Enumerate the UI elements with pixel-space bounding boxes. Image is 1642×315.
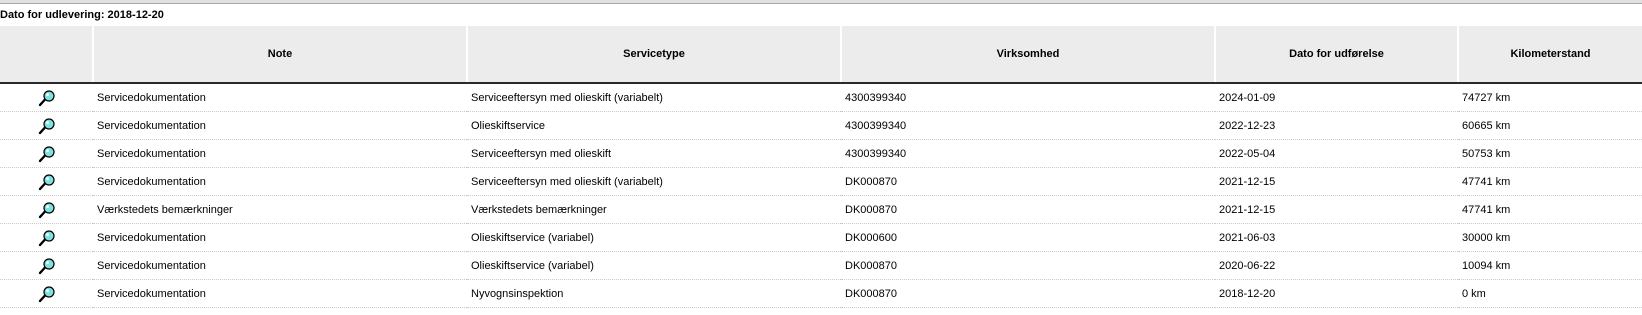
cell-kilometerstand: 10094 km [1458, 251, 1642, 280]
cell-dato: 2021-06-03 [1215, 223, 1458, 252]
cell-virksomhed: DK000870 [841, 195, 1215, 224]
cell-dato: 2018-12-20 [1215, 279, 1458, 308]
table-row: Servicedokumentation Serviceeftersyn med … [0, 139, 1642, 168]
cell-virksomhed: 4300399340 [841, 83, 1215, 112]
header-dato[interactable]: Dato for udførelse [1214, 26, 1458, 84]
header-note[interactable]: Note [92, 26, 467, 84]
header-row: Note Servicetype Virksomhed Dato for udf… [0, 26, 1642, 84]
cell-virksomhed: 4300399340 [841, 139, 1215, 168]
magnifier-icon[interactable] [38, 257, 56, 275]
row-view-cell [0, 111, 93, 140]
header-icon-column [0, 26, 93, 84]
cell-virksomhed: DK000600 [841, 223, 1215, 252]
cell-note: Servicedokumentation [93, 139, 467, 168]
table-row: Servicedokumentation Olieskiftservice 4300… [0, 111, 1642, 140]
cell-servicetype: Nyvognsinspektion [467, 279, 841, 308]
header-servicetype[interactable]: Servicetype [466, 26, 841, 84]
cell-kilometerstand: 60665 km [1458, 111, 1642, 140]
cell-virksomhed: DK000870 [841, 167, 1215, 196]
row-view-cell [0, 195, 93, 224]
cell-kilometerstand: 47741 km [1458, 167, 1642, 196]
cell-kilometerstand: 0 km [1458, 279, 1642, 308]
cell-note: Servicedokumentation [93, 279, 467, 308]
cell-note: Servicedokumentation [93, 251, 467, 280]
delivery-date-label: Dato for udlevering: 2018-12-20 [0, 9, 164, 21]
cell-servicetype: Serviceeftersyn med olieskift [467, 139, 841, 168]
header-kilometerstand[interactable]: Kilometerstand [1457, 26, 1642, 84]
top-scrollbar-edge [0, 0, 1642, 4]
magnifier-icon[interactable] [38, 201, 56, 219]
cell-note: Servicedokumentation [93, 111, 467, 140]
cell-note: Servicedokumentation [93, 223, 467, 252]
cell-servicetype: Olieskiftservice (variabel) [467, 251, 841, 280]
magnifier-icon[interactable] [38, 173, 56, 191]
magnifier-icon[interactable] [38, 229, 56, 247]
cell-note: Servicedokumentation [93, 83, 467, 112]
table-row: Servicedokumentation Olieskiftservice (va… [0, 251, 1642, 280]
table-row: Værkstedets bemærkninger Værkstedets bemæ… [0, 195, 1642, 224]
row-view-cell [0, 279, 93, 308]
cell-note: Værkstedets bemærkninger [93, 195, 467, 224]
magnifier-icon[interactable] [38, 117, 56, 135]
cell-dato: 2021-12-15 [1215, 195, 1458, 224]
cell-kilometerstand: 47741 km [1458, 195, 1642, 224]
cell-dato: 2024-01-09 [1215, 83, 1458, 112]
magnifier-icon[interactable] [38, 89, 56, 107]
table-row: Servicedokumentation Serviceeftersyn med … [0, 167, 1642, 196]
row-view-cell [0, 167, 93, 196]
cell-dato: 2022-12-23 [1215, 111, 1458, 140]
row-view-cell [0, 251, 93, 280]
cell-virksomhed: DK000870 [841, 251, 1215, 280]
cell-kilometerstand: 74727 km [1458, 83, 1642, 112]
service-history-table: Note Servicetype Virksomhed Dato for udf… [0, 26, 1642, 308]
cell-kilometerstand: 30000 km [1458, 223, 1642, 252]
table-row: Servicedokumentation Olieskiftservice (va… [0, 223, 1642, 252]
row-view-cell [0, 83, 93, 112]
cell-servicetype: Olieskiftservice [467, 111, 841, 140]
cell-servicetype: Værkstedets bemærkninger [467, 195, 841, 224]
header-virksomhed[interactable]: Virksomhed [840, 26, 1215, 84]
cell-servicetype: Serviceeftersyn med olieskift (variabelt… [467, 167, 841, 196]
cell-note: Servicedokumentation [93, 167, 467, 196]
cell-kilometerstand: 50753 km [1458, 139, 1642, 168]
magnifier-icon[interactable] [38, 145, 56, 163]
cell-servicetype: Olieskiftservice (variabel) [467, 223, 841, 252]
table-row: Servicedokumentation Nyvognsinspektion DK0… [0, 279, 1642, 308]
cell-dato: 2022-05-04 [1215, 139, 1458, 168]
row-view-cell [0, 223, 93, 252]
cell-dato: 2020-06-22 [1215, 251, 1458, 280]
cell-virksomhed: 4300399340 [841, 111, 1215, 140]
cell-dato: 2021-12-15 [1215, 167, 1458, 196]
cell-servicetype: Serviceeftersyn med olieskift (variabelt… [467, 83, 841, 112]
table-row: Servicedokumentation Serviceeftersyn med … [0, 83, 1642, 112]
magnifier-icon[interactable] [38, 285, 56, 303]
cell-virksomhed: DK000870 [841, 279, 1215, 308]
row-view-cell [0, 139, 93, 168]
